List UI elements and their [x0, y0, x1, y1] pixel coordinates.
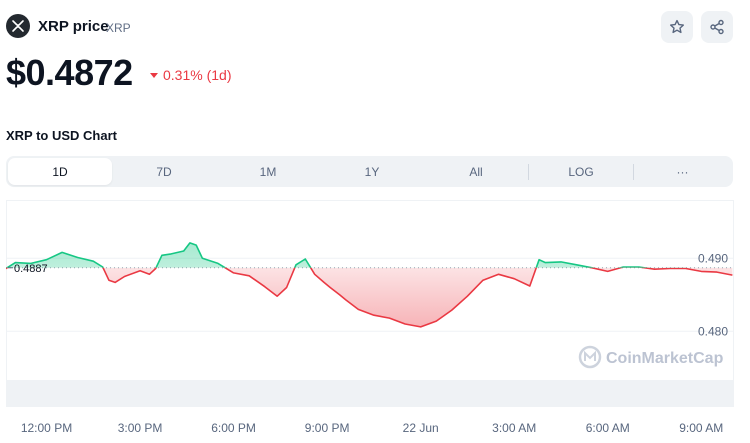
coinmarketcap-logo-icon — [578, 345, 602, 369]
chart-top-border — [6, 200, 734, 201]
coinmarketcap-watermark: CoinMarketCap — [578, 345, 724, 369]
x-tick-label: 6:00 AM — [586, 421, 630, 435]
y-tick-label: 0.490 — [698, 251, 728, 265]
chart-right-border — [733, 200, 734, 407]
x-tick-label: 6:00 PM — [211, 421, 256, 435]
x-tick-label: 22 Jun — [403, 421, 439, 435]
price-chart[interactable]: 12:00 PM 3:00 PM 6:00 PM 9:00 PM 22 Jun 3:00 … — [0, 0, 750, 443]
chart-left-border — [6, 200, 7, 407]
volume-band — [6, 380, 734, 407]
x-tick-label: 9:00 PM — [305, 421, 350, 435]
price-line — [6, 242, 733, 328]
x-tick-label: 12:00 PM — [21, 421, 72, 435]
x-tick-label: 3:00 PM — [118, 421, 163, 435]
baseline-label: 0.4887 — [14, 263, 48, 275]
watermark-text: CoinMarketCap — [606, 350, 724, 367]
x-tick-label: 3:00 AM — [492, 421, 536, 435]
cmc-mark — [584, 350, 596, 361]
y-tick-label: 0.480 — [698, 324, 728, 338]
area-below-baseline — [6, 267, 733, 327]
volume-bars — [6, 380, 734, 407]
x-tick-label: 9:00 AM — [679, 421, 723, 435]
